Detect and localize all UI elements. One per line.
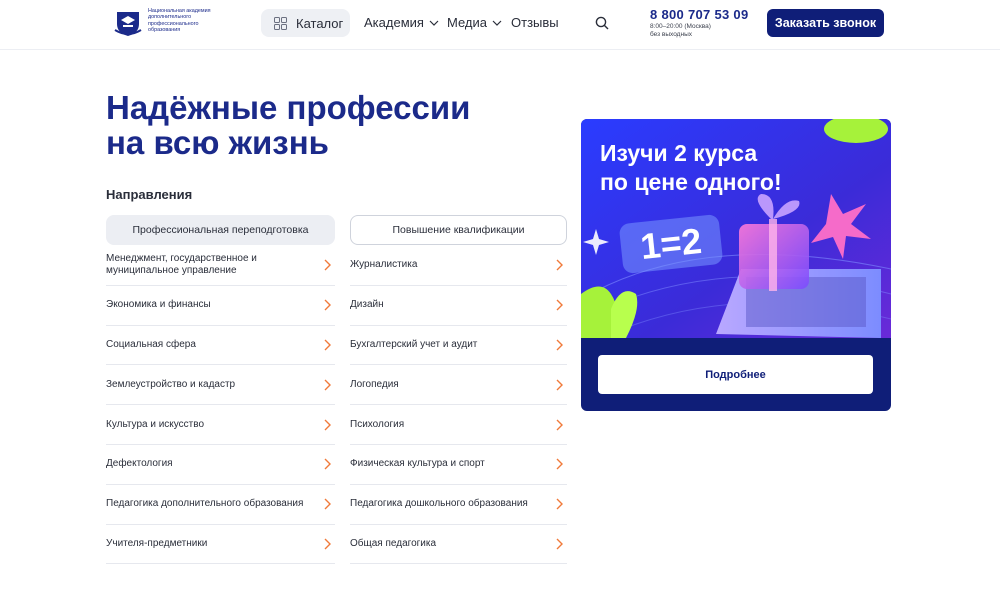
nav-label: Отзывы [511, 15, 559, 30]
promo-badge: 1=2 [618, 213, 724, 275]
list-item[interactable]: Дизайн [350, 286, 567, 326]
logo-text: Национальная академия дополнительного пр… [148, 8, 211, 34]
promo-banner[interactable]: Изучи 2 курса по цене одного! 1=2 Подроб… [581, 119, 891, 411]
list-item-label: Экономика и финансы [106, 299, 211, 311]
working-hours: 8:00–20:00 (Москва) без выходных [650, 23, 711, 38]
logo[interactable]: Национальная академия дополнительного пр… [113, 8, 228, 38]
list-item-label: Дизайн [350, 299, 384, 311]
chevron-right-icon [324, 498, 331, 510]
chevron-right-icon [324, 538, 331, 550]
list-item[interactable]: Логопедия [350, 365, 567, 406]
nav-item-academy[interactable]: Академия [364, 15, 439, 30]
list-item-label: Физическая культура и спорт [350, 458, 485, 470]
list-item[interactable]: Журналистика [350, 246, 567, 286]
list-item[interactable]: Педагогика дошкольного образования [350, 485, 567, 525]
nav-item-media[interactable]: Медиа [447, 15, 502, 30]
list-item[interactable]: Бухгалтерский учет и аудит [350, 326, 567, 366]
list-item-label: Психология [350, 418, 405, 430]
list-item-label: Бухгалтерский учет и аудит [350, 338, 478, 350]
directions-list-left: Менеджмент, государственное и муниципаль… [106, 246, 335, 565]
list-item-label: Педагогика дополнительного образования [106, 498, 304, 510]
catalog-button[interactable]: Каталог [261, 9, 350, 37]
chevron-right-icon [324, 458, 331, 470]
directions-label: Направления [106, 187, 193, 202]
list-item[interactable]: Культура и искусство [106, 405, 335, 445]
list-item-label: Логопедия [350, 378, 399, 390]
list-item[interactable]: Учителя-предметники [106, 525, 335, 565]
page-title: Надёжные профессии на всю жизнь [106, 89, 471, 161]
academy-emblem-icon [114, 12, 142, 36]
list-item[interactable]: Социальная сфера [106, 326, 335, 366]
chevron-right-icon [556, 498, 563, 510]
tab-advanced-training[interactable]: Повышение квалификации [350, 215, 567, 245]
promo-title: Изучи 2 курса по цене одного! [600, 140, 782, 195]
list-item-label: Учителя-предметники [106, 537, 208, 549]
chevron-right-icon [324, 339, 331, 351]
request-call-button[interactable]: Заказать звонок [767, 9, 884, 37]
list-item[interactable]: Землеустройство и кадастр [106, 365, 335, 406]
chevron-right-icon [324, 299, 331, 311]
list-item[interactable]: Педагогика дополнительного образования [106, 485, 335, 525]
tab-professional-retraining[interactable]: Профессиональная переподготовка [106, 215, 335, 245]
chevron-right-icon [556, 419, 563, 431]
nav-item-reviews[interactable]: Отзывы [511, 15, 559, 30]
list-item-label: Журналистика [350, 259, 418, 271]
list-item[interactable]: Психология [350, 405, 567, 445]
catalog-label: Каталог [296, 15, 344, 31]
search-icon[interactable] [595, 16, 609, 30]
list-item[interactable]: Экономика и финансы [106, 286, 335, 326]
list-item-label: Землеустройство и кадастр [106, 378, 236, 390]
learn-more-button[interactable]: Подробнее [598, 355, 873, 394]
list-item-label: Культура и искусство [106, 418, 205, 430]
chevron-right-icon [324, 259, 331, 271]
list-item[interactable]: Дефектология [106, 445, 335, 485]
chevron-right-icon [556, 458, 563, 470]
chevron-right-icon [556, 339, 563, 351]
list-item[interactable]: Общая педагогика [350, 525, 567, 565]
list-item-label: Дефектология [106, 458, 173, 470]
list-item-label: Общая педагогика [350, 537, 437, 549]
chevron-down-icon [492, 20, 502, 26]
directions-list-right: Журналистика Дизайн Бухгалтерский учет и… [350, 246, 567, 565]
chevron-right-icon [556, 299, 563, 311]
list-item-label: Социальная сфера [106, 338, 196, 350]
grid-icon [274, 16, 287, 30]
list-item[interactable]: Менеджмент, государственное и муниципаль… [106, 246, 335, 286]
chevron-right-icon [324, 379, 331, 391]
chevron-down-icon [429, 20, 439, 26]
site-header: Национальная академия дополнительного пр… [0, 0, 1000, 50]
chevron-right-icon [556, 259, 563, 271]
nav-label: Академия [364, 15, 424, 30]
list-item[interactable]: Физическая культура и спорт [350, 445, 567, 485]
chevron-right-icon [324, 419, 331, 431]
chevron-right-icon [556, 538, 563, 550]
chevron-right-icon [556, 379, 563, 391]
list-item-label: Менеджмент, государственное и муниципаль… [106, 253, 257, 277]
nav-label: Медиа [447, 15, 487, 30]
phone-number[interactable]: 8 800 707 53 09 [650, 7, 748, 22]
list-item-label: Педагогика дошкольного образования [350, 498, 528, 510]
